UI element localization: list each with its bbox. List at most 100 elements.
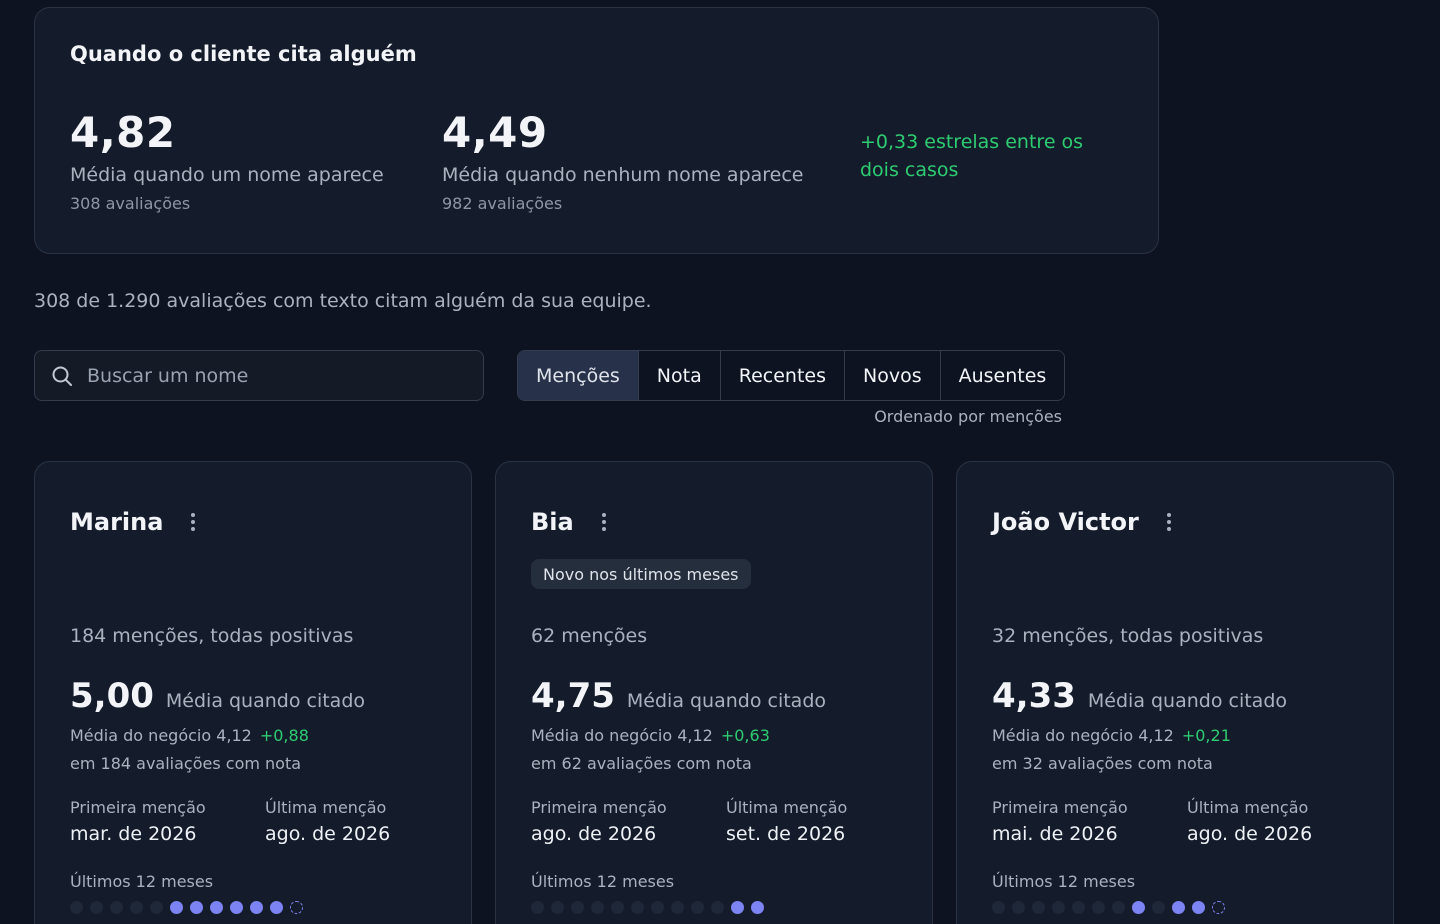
month-dot: [731, 901, 744, 914]
stat-without-name-count: 982 avaliações: [442, 194, 563, 213]
first-mention-label: Primeira menção: [992, 798, 1128, 817]
month-dot: [551, 901, 564, 914]
stat-with-name: 4,82 Média quando um nome aparece 308 av…: [70, 108, 384, 213]
month-dot: [230, 901, 243, 914]
month-dot: [190, 901, 203, 914]
months-label: Últimos 12 meses: [531, 872, 675, 891]
avg-label: Média quando citado: [626, 690, 827, 712]
month-dot: [90, 901, 103, 914]
new-badge: Novo nos últimos meses: [531, 559, 751, 589]
stat-with-name-label: Média quando um nome aparece: [70, 164, 384, 186]
month-dot: [531, 901, 544, 914]
months-label: Últimos 12 meses: [992, 872, 1136, 891]
month-dot: [1032, 901, 1045, 914]
person-name: Marina: [70, 508, 164, 536]
person-name: Bia: [531, 508, 574, 536]
avg-label: Média quando citado: [165, 690, 366, 712]
months-activity: [70, 901, 303, 914]
avg-label: Média quando citado: [1087, 690, 1288, 712]
person-name: João Victor: [992, 508, 1139, 536]
rated-count: em 62 avaliações com nota: [531, 754, 752, 773]
more-options-icon[interactable]: [598, 511, 610, 533]
month-dot: [290, 901, 303, 914]
month-dot: [1212, 901, 1225, 914]
page: Quando o cliente cita alguém 4,82 Média …: [0, 0, 1440, 924]
tab-ausentes[interactable]: Ausentes: [940, 351, 1065, 400]
rated-count: em 184 avaliações com nota: [70, 754, 302, 773]
month-dot: [631, 901, 644, 914]
delta-badge: +0,21: [1181, 726, 1231, 745]
month-dot: [110, 901, 123, 914]
month-dot: [591, 901, 604, 914]
avg-row: 4,33 Média quando citado: [992, 676, 1287, 716]
person-card-marina: Marina 184 menções, todas positivas 5,00…: [34, 461, 472, 924]
business-avg: Média do negócio 4,12: [531, 726, 713, 745]
last-mention-value: ago. de 2026: [265, 823, 391, 845]
business-avg: Média do negócio 4,12: [992, 726, 1174, 745]
stat-difference: +0,33 estrelas entre os dois casos: [860, 131, 1084, 181]
avg-row: 4,75 Média quando citado: [531, 676, 826, 716]
month-dot: [711, 901, 724, 914]
month-dot: [1092, 901, 1105, 914]
last-mention: Última menção ago. de 2026: [1187, 798, 1312, 845]
mentions-count: 62 menções: [531, 625, 648, 647]
person-name-row: João Victor: [992, 508, 1175, 536]
business-avg-row: Média do negócio 4,12 +0,88: [70, 726, 309, 745]
last-mention-label: Última menção: [1187, 798, 1309, 817]
search-box[interactable]: [34, 350, 484, 401]
tab-novos[interactable]: Novos: [845, 351, 941, 400]
tab-recentes[interactable]: Recentes: [720, 351, 845, 400]
last-mention-value: ago. de 2026: [1187, 823, 1313, 845]
stat-without-name: 4,49 Média quando nenhum nome aparece 98…: [442, 108, 804, 213]
person-card-joao-victor: João Victor 32 menções, todas positivas …: [956, 461, 1394, 924]
sort-note: Ordenado por menções: [874, 407, 1062, 426]
month-dot: [150, 901, 163, 914]
month-dot: [691, 901, 704, 914]
month-dot: [751, 901, 764, 914]
month-dot: [651, 901, 664, 914]
month-dot: [130, 901, 143, 914]
tab-mencoes[interactable]: Menções: [518, 351, 639, 400]
stat-with-name-value: 4,82: [70, 108, 176, 157]
more-options-icon[interactable]: [1163, 511, 1175, 533]
first-mention-value: ago. de 2026: [531, 823, 657, 845]
month-dot: [1072, 901, 1085, 914]
month-dot: [671, 901, 684, 914]
search-icon: [52, 366, 72, 386]
first-mention-value: mai. de 2026: [992, 823, 1118, 845]
month-dot: [170, 901, 183, 914]
first-mention-label: Primeira menção: [70, 798, 206, 817]
summary-card: Quando o cliente cita alguém 4,82 Média …: [34, 7, 1159, 254]
tab-nota[interactable]: Nota: [638, 351, 721, 400]
business-avg: Média do negócio 4,12: [70, 726, 252, 745]
month-dot: [250, 901, 263, 914]
person-name-row: Bia: [531, 508, 610, 536]
sort-tabs: Menções Nota Recentes Novos Ausentes: [517, 350, 1066, 401]
first-mention: Primeira menção mai. de 2026: [992, 798, 1128, 845]
person-card-bia: Bia Novo nos últimos meses 62 menções 4,…: [495, 461, 933, 924]
first-mention-value: mar. de 2026: [70, 823, 197, 845]
first-mention-label: Primeira menção: [531, 798, 667, 817]
person-name-row: Marina: [70, 508, 199, 536]
search-input[interactable]: [87, 364, 467, 387]
mentions-count: 184 menções, todas positivas: [70, 625, 354, 647]
month-dot: [210, 901, 223, 914]
month-dot: [1192, 901, 1205, 914]
business-avg-row: Média do negócio 4,12 +0,21: [992, 726, 1231, 745]
avg-value: 4,75: [531, 676, 615, 716]
mentions-count: 32 menções, todas positivas: [992, 625, 1264, 647]
stat-without-name-value: 4,49: [442, 108, 548, 157]
last-mention: Última menção set. de 2026: [726, 798, 847, 845]
month-dot: [1012, 901, 1025, 914]
stat-with-name-count: 308 avaliações: [70, 194, 191, 213]
avg-value: 4,33: [992, 676, 1076, 716]
last-mention-label: Última menção: [726, 798, 848, 817]
more-options-icon[interactable]: [187, 511, 199, 533]
delta-badge: +0,63: [720, 726, 770, 745]
month-dot: [1112, 901, 1125, 914]
first-mention: Primeira menção mar. de 2026: [70, 798, 206, 845]
month-dot: [1052, 901, 1065, 914]
last-mention-value: set. de 2026: [726, 823, 846, 845]
delta-badge: +0,88: [259, 726, 309, 745]
months-activity: [531, 901, 764, 914]
